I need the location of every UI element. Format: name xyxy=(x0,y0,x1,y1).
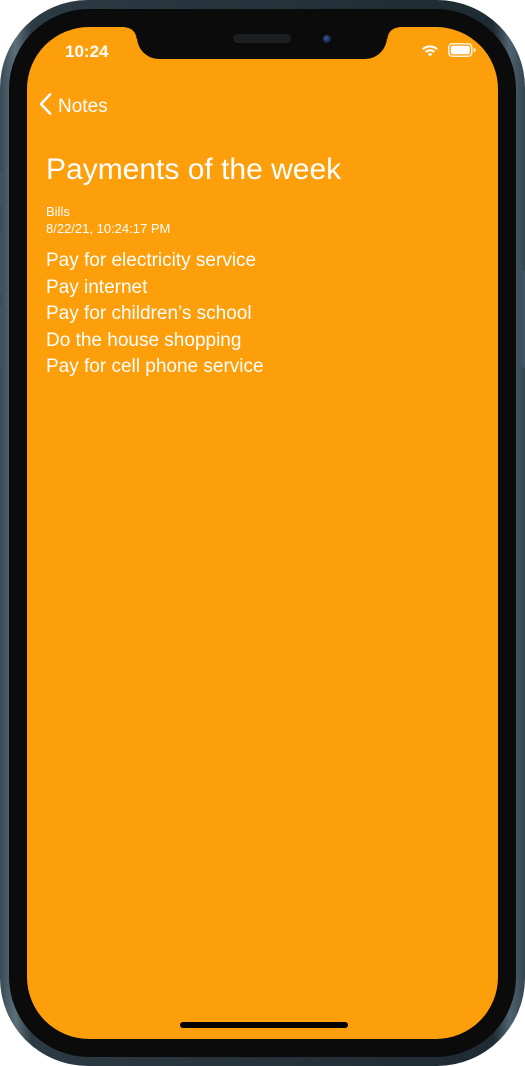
notch xyxy=(125,27,399,59)
note-body[interactable]: Pay for electricity service Pay internet… xyxy=(46,248,264,381)
note-line: Pay for children’s school xyxy=(46,303,252,324)
note-line: Pay for electricity service xyxy=(46,250,257,271)
note-line: Pay for cell phone service xyxy=(46,356,264,377)
note-screen: 10:24 Notes Payments of the week Bills 8… xyxy=(27,27,498,1039)
mute-switch xyxy=(0,172,4,206)
note-line: Pay internet xyxy=(46,276,148,298)
earpiece-speaker xyxy=(233,34,291,43)
front-camera xyxy=(323,35,331,43)
back-button[interactable]: Notes xyxy=(39,93,108,120)
status-icons xyxy=(421,43,476,62)
status-time: 10:24 xyxy=(65,42,109,61)
note-title: Payments of the week xyxy=(46,153,342,186)
chevron-left-icon xyxy=(39,93,52,120)
phone-frame: 10:24 Notes Payments of the week Bills 8… xyxy=(0,0,525,1066)
battery-icon xyxy=(448,43,476,62)
power-button xyxy=(521,270,525,368)
note-category: Bills xyxy=(46,204,70,219)
back-button-label: Notes xyxy=(58,95,108,117)
volume-down-button xyxy=(0,306,4,368)
volume-up-button xyxy=(0,232,4,294)
home-indicator[interactable] xyxy=(180,1022,348,1028)
note-line: Do the house shopping xyxy=(46,329,242,351)
note-date: 8/22/21, 10:24:17 PM xyxy=(46,221,171,236)
wifi-icon xyxy=(421,44,439,62)
